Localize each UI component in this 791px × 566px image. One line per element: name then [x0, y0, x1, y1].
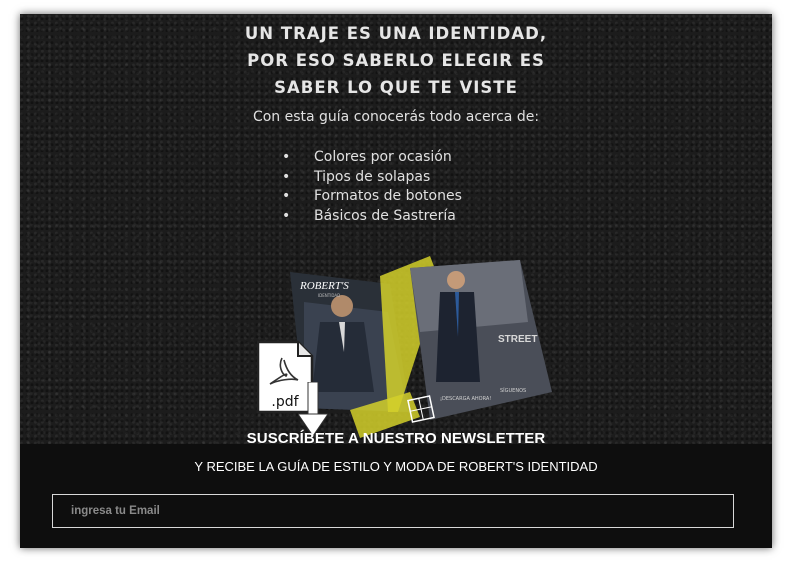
intro-text: Con esta guía conocerás todo acerca de:	[252, 109, 540, 125]
newsletter-band: Y RECIBE LA GUÍA DE ESTILO Y MODA DE ROB…	[20, 444, 772, 548]
pdf-label: .pdf	[271, 394, 299, 410]
headline-line-3: SABER LO QUE TE VISTE	[274, 78, 518, 97]
newsletter-popup: UN TRAJE ES UNA IDENTIDAD, POR ESO SABER…	[20, 14, 772, 548]
brochure-logo-sub: IDENTIDAD	[318, 293, 340, 298]
topic-item: Formatos de botones	[278, 187, 462, 207]
email-input[interactable]	[52, 494, 734, 528]
newsletter-subtitle: Y RECIBE LA GUÍA DE ESTILO Y MODA DE ROB…	[194, 459, 598, 474]
brochure-brand: ROBERT'S	[299, 280, 349, 292]
hero-section: UN TRAJE ES UNA IDENTIDAD, POR ESO SABER…	[20, 14, 772, 447]
topic-item: Colores por ocasión	[278, 148, 462, 168]
brochure-footer-right: SÍGUENOS	[500, 387, 526, 394]
headline-line-1: UN TRAJE ES UNA IDENTIDAD,	[244, 24, 548, 43]
topic-item: Básicos de Sastrería	[278, 207, 462, 227]
topic-item: Tipos de solapas	[278, 168, 462, 188]
headline: UN TRAJE ES UNA IDENTIDAD, POR ESO SABER…	[20, 20, 772, 101]
brochure-side-text: STREET	[498, 334, 537, 345]
topic-list: Colores por ocasión Tipos de solapas For…	[278, 148, 462, 226]
headline-line-2: POR ESO SABERLO ELEGIR ES	[247, 51, 545, 70]
brochure-footer-left: ¡DESCARGA AHORA!	[440, 396, 491, 402]
